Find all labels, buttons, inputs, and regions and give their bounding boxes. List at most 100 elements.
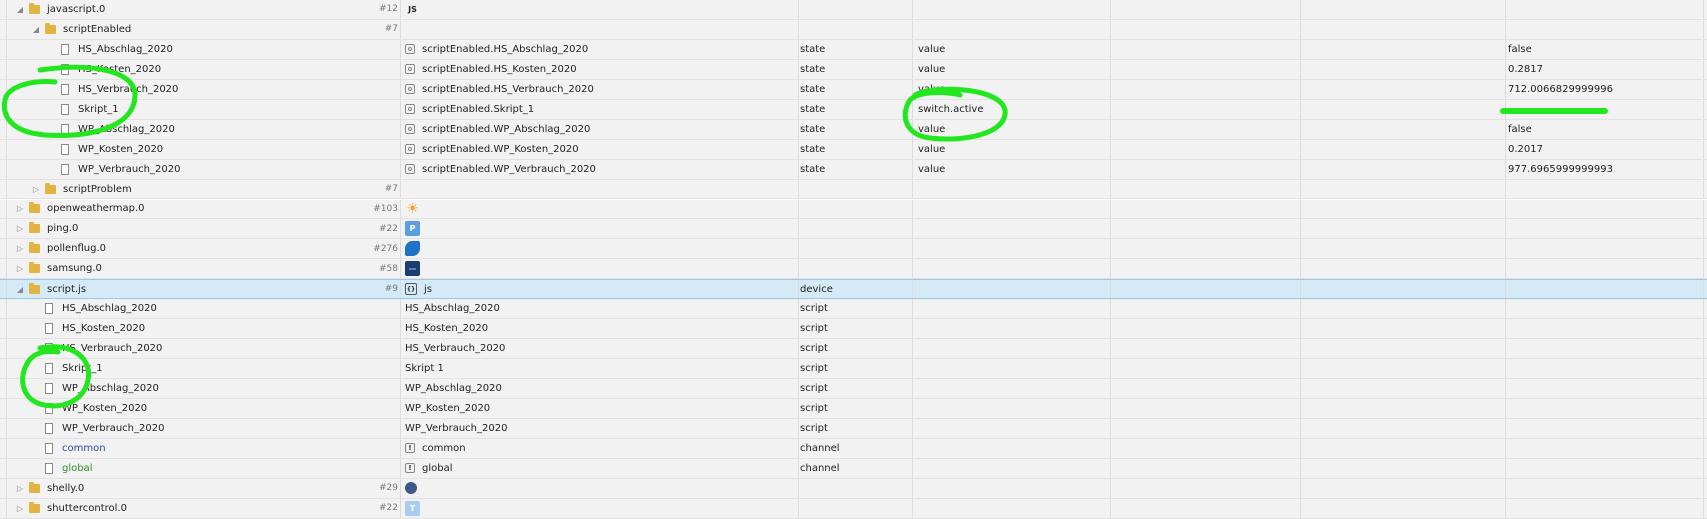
tree-row[interactable]: HS_Abschlag_2020 HS_Abschlag_2020 script bbox=[0, 299, 1707, 320]
tree-row[interactable]: common! common channel bbox=[0, 438, 1707, 459]
id-cell: HS_Kosten_2020 bbox=[405, 319, 795, 338]
shelly-adapter-icon bbox=[405, 482, 417, 495]
object-id: scriptEnabled.WP_Verbrauch_2020 bbox=[422, 163, 596, 175]
object-name: Skript_1 bbox=[62, 363, 103, 375]
column-divider bbox=[1300, 339, 1301, 359]
file-icon bbox=[45, 422, 53, 434]
column-divider bbox=[1110, 59, 1111, 79]
column-divider bbox=[1703, 199, 1704, 219]
tree-row[interactable]: HS_Kosten_2020 scriptEnabled.HS_Kosten_20… bbox=[0, 59, 1707, 80]
object-count: #7 bbox=[384, 184, 398, 195]
column-divider bbox=[1505, 359, 1506, 379]
object-name: shelly.0 bbox=[47, 482, 85, 494]
tree-row[interactable]: ▷ pollenflug.0 #276 bbox=[0, 239, 1707, 260]
column-divider bbox=[912, 299, 913, 319]
collapsed-arrow-icon[interactable]: ▷ bbox=[30, 185, 42, 194]
column-divider bbox=[400, 79, 401, 99]
object-value[interactable]: 0.2017 bbox=[1508, 140, 1698, 159]
tree-row[interactable]: ◢ scriptEnabled #7 bbox=[0, 19, 1707, 40]
state-icon bbox=[405, 64, 415, 75]
column-divider bbox=[1505, 458, 1506, 478]
column-divider bbox=[400, 299, 401, 319]
object-type: script bbox=[800, 363, 828, 375]
name-cell: WP_Verbrauch_2020 bbox=[0, 160, 180, 179]
tree-row[interactable]: ◢ javascript.0 #12 JS bbox=[0, 0, 1707, 20]
column-divider bbox=[798, 0, 799, 19]
object-value[interactable]: false bbox=[1508, 40, 1698, 59]
column-divider bbox=[1505, 259, 1506, 279]
tree-row[interactable]: Skript_1 scriptEnabled.Skript_1 state switc… bbox=[0, 99, 1707, 120]
tree-row[interactable]: WP_Kosten_2020 scriptEnabled.WP_Kosten_20… bbox=[0, 139, 1707, 160]
object-name: pollenflug.0 bbox=[47, 243, 107, 255]
column-divider bbox=[1300, 438, 1301, 458]
tree-row[interactable]: WP_Verbrauch_2020 WP_Verbrauch_2020 script bbox=[0, 418, 1707, 439]
tree-row[interactable]: ▷ shelly.0 #29 bbox=[0, 478, 1707, 499]
tree-row[interactable]: WP_Verbrauch_2020 scriptEnabled.WP_Verbra… bbox=[0, 159, 1707, 180]
column-divider bbox=[1703, 458, 1704, 478]
tree-row[interactable]: WP_Abschlag_2020 WP_Abschlag_2020 script bbox=[0, 379, 1707, 399]
id-cell bbox=[405, 180, 795, 199]
collapsed-arrow-icon[interactable]: ▷ bbox=[14, 264, 26, 273]
column-divider bbox=[1110, 79, 1111, 99]
collapsed-arrow-icon[interactable]: ▷ bbox=[14, 504, 26, 513]
column-divider bbox=[1703, 478, 1704, 498]
tree-row[interactable]: WP_Kosten_2020 WP_Kosten_2020 script bbox=[0, 399, 1707, 419]
column-divider bbox=[1703, 139, 1704, 159]
object-value[interactable]: false bbox=[1508, 120, 1698, 139]
name-cell: ▷ shelly.0 bbox=[0, 479, 84, 498]
column-divider bbox=[1505, 339, 1506, 359]
tree-row[interactable]: HS_Abschlag_2020 scriptEnabled.HS_Abschla… bbox=[0, 39, 1707, 60]
column-divider bbox=[798, 59, 799, 79]
tree-row[interactable]: HS_Kosten_2020 HS_Kosten_2020 script bbox=[0, 319, 1707, 340]
tree-row[interactable]: ▷ ping.0 #22 P bbox=[0, 219, 1707, 240]
column-divider bbox=[400, 59, 401, 79]
column-divider bbox=[798, 458, 799, 478]
expanded-arrow-icon[interactable]: ◢ bbox=[30, 25, 42, 34]
tree-row[interactable]: ▷ samsung.0 #58 — bbox=[0, 259, 1707, 280]
collapsed-arrow-icon[interactable]: ▷ bbox=[14, 224, 26, 233]
column-divider bbox=[400, 359, 401, 379]
column-divider bbox=[1110, 159, 1111, 179]
name-cell: HS_Abschlag_2020 bbox=[0, 299, 157, 318]
collapsed-arrow-icon[interactable]: ▷ bbox=[14, 204, 26, 213]
column-divider bbox=[400, 119, 401, 139]
column-divider bbox=[1505, 79, 1506, 99]
tree-row[interactable]: Skript_1 Skript 1 script bbox=[0, 359, 1707, 380]
tree-row[interactable]: ▷ scriptProblem #7 bbox=[0, 179, 1707, 200]
column-divider bbox=[798, 478, 799, 498]
object-value[interactable] bbox=[1508, 100, 1698, 119]
object-value[interactable]: 0.2817 bbox=[1508, 60, 1698, 79]
object-name: HS_Verbrauch_2020 bbox=[62, 343, 163, 355]
tree-row[interactable]: ◢ script.js #9 {} js device bbox=[0, 279, 1707, 300]
expanded-arrow-icon[interactable]: ◢ bbox=[14, 5, 26, 14]
column-divider bbox=[912, 418, 913, 438]
object-id: Skript 1 bbox=[405, 363, 444, 375]
tree-row[interactable]: ▷ openweathermap.0 #103 ☀ bbox=[0, 199, 1707, 220]
tree-row[interactable]: HS_Verbrauch_2020 HS_Verbrauch_2020 script bbox=[0, 339, 1707, 360]
object-value[interactable]: 712.0066829999996 bbox=[1508, 80, 1698, 99]
name-cell: WP_Kosten_2020 bbox=[0, 140, 163, 159]
object-name: ping.0 bbox=[47, 223, 79, 235]
object-type: channel bbox=[800, 462, 840, 474]
name-cell: WP_Abschlag_2020 bbox=[0, 120, 175, 139]
object-value[interactable]: 977.6965999999993 bbox=[1508, 160, 1698, 179]
state-icon bbox=[405, 44, 415, 55]
tree-row[interactable]: global! global channel bbox=[0, 458, 1707, 479]
column-divider bbox=[1703, 399, 1704, 418]
column-divider bbox=[1300, 359, 1301, 379]
collapsed-arrow-icon[interactable]: ▷ bbox=[14, 244, 26, 253]
column-divider bbox=[1505, 99, 1506, 119]
column-divider bbox=[1703, 319, 1704, 339]
object-name: HS_Abschlag_2020 bbox=[78, 43, 173, 55]
collapsed-arrow-icon[interactable]: ▷ bbox=[14, 484, 26, 493]
object-id: scriptEnabled.Skript_1 bbox=[422, 103, 535, 115]
tree-row[interactable]: HS_Verbrauch_2020 scriptEnabled.HS_Verbra… bbox=[0, 79, 1707, 100]
object-count: #103 bbox=[373, 203, 398, 214]
column-divider bbox=[912, 399, 913, 418]
expanded-arrow-icon[interactable]: ◢ bbox=[14, 285, 26, 294]
column-divider bbox=[1505, 418, 1506, 438]
tree-row[interactable]: WP_Abschlag_2020 scriptEnabled.WP_Abschla… bbox=[0, 119, 1707, 140]
column-divider bbox=[1703, 0, 1704, 19]
id-cell: scriptEnabled.WP_Kosten_2020 bbox=[405, 140, 795, 159]
column-divider bbox=[798, 339, 799, 359]
